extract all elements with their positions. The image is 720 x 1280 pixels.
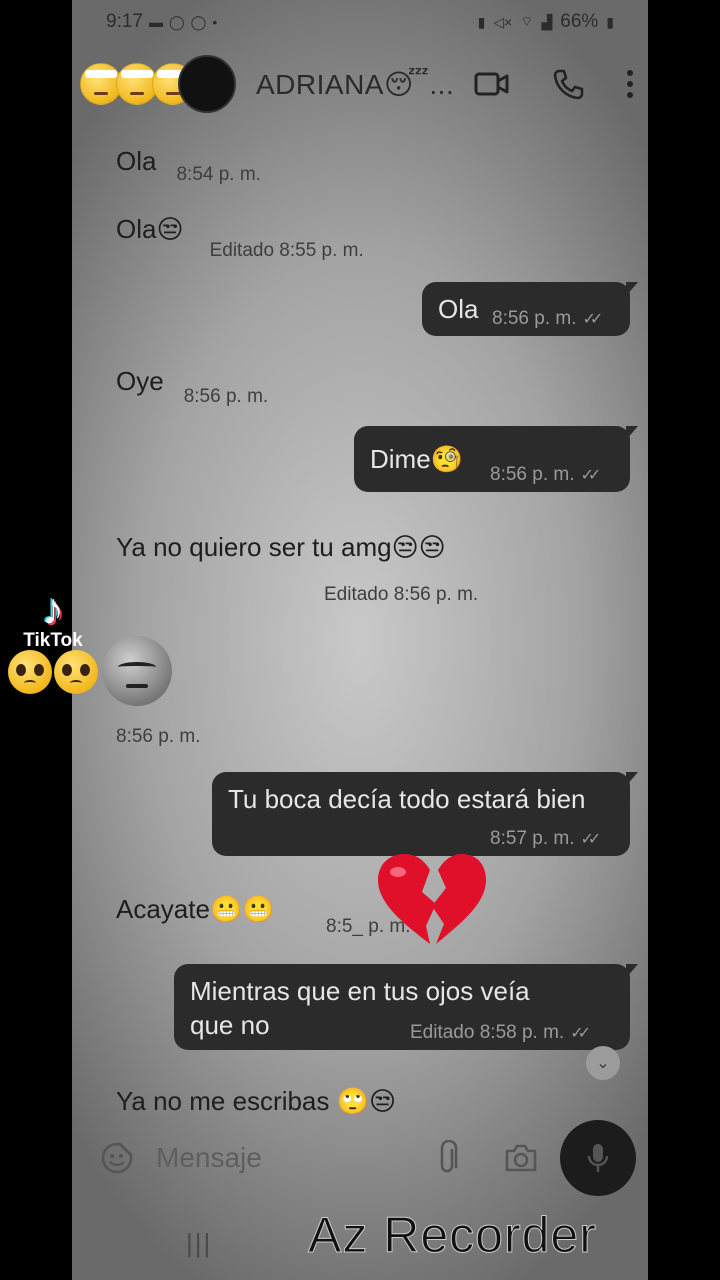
message-time: Editado 8:55 p. m. bbox=[209, 240, 364, 261]
chevron-down-icon: ⌄ bbox=[596, 1055, 610, 1072]
message-time: 8:57 p. m. bbox=[490, 828, 575, 849]
broken-heart-icon bbox=[378, 854, 486, 944]
message-incoming[interactable]: Ya no quiero ser tu amg😒😒 bbox=[116, 532, 446, 563]
read-ticks-icon: ✓✓ bbox=[582, 311, 604, 328]
message-text: Ola bbox=[438, 294, 479, 324]
microphone-icon bbox=[587, 1144, 609, 1172]
message-text: Acayate😬😬 bbox=[116, 894, 275, 924]
attach-icon[interactable] bbox=[436, 1140, 458, 1176]
message-text: Ola😒 bbox=[116, 214, 184, 244]
message-text: Oye bbox=[116, 366, 164, 396]
read-ticks-icon: ✓✓ bbox=[570, 1025, 591, 1042]
emoji-sticker-icon[interactable] bbox=[100, 1141, 134, 1175]
message-text: Ola bbox=[116, 146, 157, 176]
pleading-face-icon bbox=[8, 650, 52, 694]
pleading-face-icon bbox=[54, 650, 98, 694]
message-outgoing[interactable]: Mientras que en tus ojos veía que no Edi… bbox=[174, 964, 638, 1050]
message-text: Ya no me escribas 🙄😒 bbox=[116, 1086, 397, 1116]
tiktok-label: TikTok bbox=[23, 630, 83, 651]
message-incoming[interactable]: Ola😒 Editado 8:55 p. m. bbox=[116, 214, 364, 261]
message-time: Editado 8:58 p. m. bbox=[410, 1022, 565, 1043]
unamused-face-emoji[interactable] bbox=[102, 636, 172, 706]
phone-screen: 9:17 ▬ ◯ ◯ • ▮ ◁× ⌔ ▟ 66% ▮ ADRIANA😴... bbox=[72, 0, 648, 1280]
recent-apps-icon[interactable]: ||| bbox=[186, 1228, 212, 1259]
message-incoming[interactable]: Ola 8:54 p. m. bbox=[116, 146, 261, 185]
message-input[interactable]: Mensaje bbox=[156, 1142, 436, 1174]
message-incoming[interactable]: Acayate😬😬 bbox=[116, 894, 275, 925]
message-time: 8:56 p. m. bbox=[183, 386, 269, 407]
message-text: Dime🧐 bbox=[370, 444, 464, 474]
message-text: Ya no quiero ser tu amg😒😒 bbox=[116, 532, 446, 562]
message-incoming[interactable]: Oye 8:56 p. m. bbox=[116, 366, 268, 407]
recorder-watermark: Az Recorder bbox=[308, 1207, 597, 1264]
tiktok-logo-icon: ♪ bbox=[42, 585, 64, 634]
voice-message-button[interactable] bbox=[560, 1120, 636, 1196]
scroll-to-bottom-button[interactable]: ⌄ bbox=[586, 1046, 620, 1080]
read-ticks-icon: ✓✓ bbox=[580, 831, 602, 848]
message-composer: Mensaje bbox=[72, 1120, 648, 1196]
message-outgoing[interactable]: Ola 8:56 p. m. ✓✓ bbox=[422, 282, 638, 336]
message-time: Editado 8:56 p. m. bbox=[324, 584, 479, 605]
message-time: 8:56 p. m. bbox=[116, 726, 201, 747]
message-list: Ola 8:54 p. m. Ola😒 Editado 8:55 p. m. Ola… bbox=[72, 0, 648, 1280]
message-outgoing[interactable]: Dime🧐 8:56 p. m. ✓✓ bbox=[354, 426, 638, 492]
read-ticks-icon: ✓✓ bbox=[580, 467, 602, 484]
message-incoming[interactable]: Ya no me escribas 🙄😒 bbox=[116, 1086, 396, 1117]
message-text: Tu boca decía todo estará bien bbox=[228, 784, 586, 814]
message-outgoing[interactable]: Tu boca decía todo estará bien 8:57 p. m… bbox=[212, 772, 638, 856]
camera-icon[interactable] bbox=[504, 1143, 538, 1173]
tiktok-overlay: ♪ TikTok bbox=[8, 586, 98, 694]
message-time: 8:56 p. m. bbox=[492, 308, 577, 329]
message-time: 8:56 p. m. bbox=[490, 464, 575, 485]
message-time: 8:54 p. m. bbox=[176, 164, 261, 185]
